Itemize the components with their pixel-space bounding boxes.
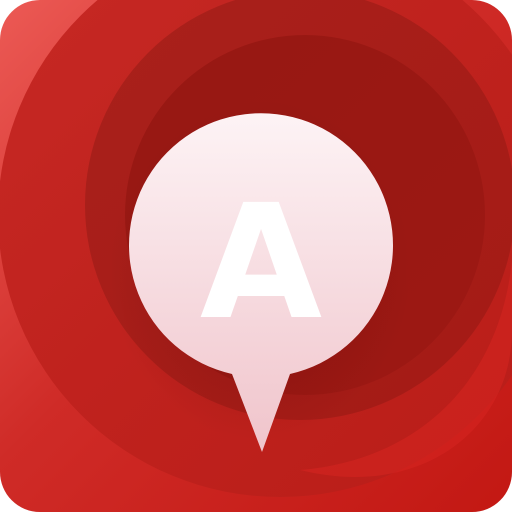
app-icon-graphic: A — [0, 0, 512, 512]
pin-letter: A — [200, 171, 322, 355]
app-icon[interactable]: A — [0, 0, 512, 512]
